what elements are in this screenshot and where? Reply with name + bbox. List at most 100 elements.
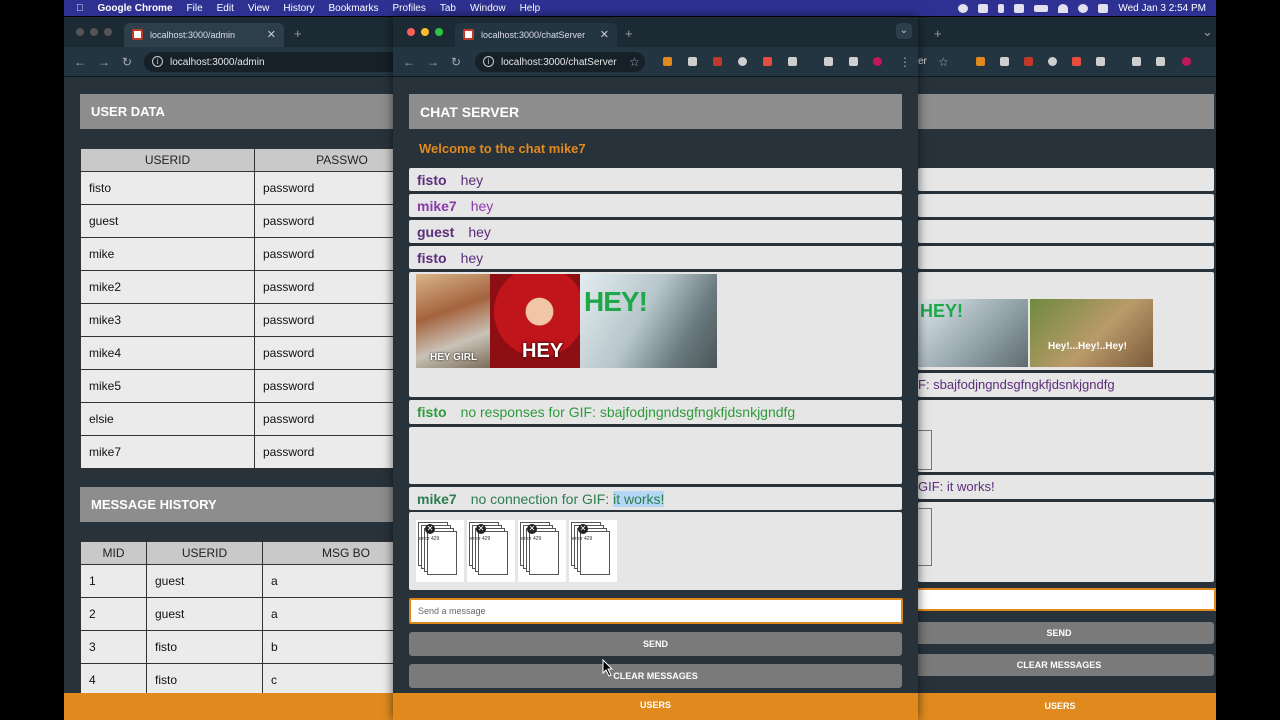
extension-icon[interactable]	[688, 57, 697, 66]
table-row: 2 guest a	[80, 597, 404, 631]
close-window-icon[interactable]	[76, 28, 84, 36]
message-input[interactable]: Send a message	[409, 598, 903, 624]
profile-avatar-icon[interactable]	[873, 57, 882, 66]
close-tab-icon[interactable]: ✕	[267, 28, 276, 41]
search-icon[interactable]	[1078, 3, 1089, 13]
back-icon[interactable]: ←	[403, 55, 415, 69]
table-row: 1 guest a	[80, 564, 404, 598]
bookmark-star-icon[interactable]: ☆	[938, 55, 949, 69]
zoom-window-icon[interactable]	[104, 28, 112, 36]
minimize-window-icon[interactable]	[421, 28, 429, 36]
menu-window[interactable]: Window	[470, 3, 506, 14]
menu-app-name[interactable]: Google Chrome	[98, 3, 173, 14]
menu-history[interactable]: History	[283, 3, 314, 14]
admin-url-field[interactable]: i localhost:3000/admin	[144, 52, 400, 72]
forward-icon[interactable]: →	[427, 55, 439, 69]
menu-profiles[interactable]: Profiles	[393, 3, 426, 14]
toggle-icon[interactable]	[1098, 3, 1109, 13]
column-header-password: PASSWO	[254, 148, 404, 172]
side-panel-icon[interactable]	[1156, 57, 1165, 66]
right-no-responses-row: F: sbajfodjngndsgfngkfjdsnkjgndfg	[918, 373, 1214, 397]
back-icon[interactable]: ←	[74, 55, 86, 69]
record-icon[interactable]	[958, 3, 969, 13]
browser-menu-icon[interactable]: ⋮	[899, 55, 911, 69]
chat-browser-window: localhost:3000/chatServer ✕ + ⌄ ← → ↻ i …	[393, 17, 918, 720]
menu-file[interactable]: File	[187, 3, 203, 14]
new-tab-icon[interactable]: +	[934, 26, 942, 41]
error-x-icon: ✕	[578, 524, 588, 534]
close-tab-icon[interactable]: ✕	[600, 28, 609, 41]
profile-avatar-icon[interactable]	[1182, 57, 1191, 66]
second-chat-window: + ⌄ er ☆ HEY! Hey!...Hey!..Hey! F: sbajf…	[904, 17, 1216, 720]
new-tab-icon[interactable]: +	[625, 26, 633, 41]
mid-cell: 1	[80, 564, 147, 598]
password-cell: password	[254, 435, 404, 469]
site-info-icon[interactable]: i	[483, 56, 494, 67]
screen-icon[interactable]	[1014, 3, 1025, 13]
bookmark-star-icon[interactable]: ☆	[629, 55, 640, 69]
right-send-button[interactable]: SEND	[904, 622, 1214, 644]
gif-image: Hey!...Hey!..Hey!	[1030, 299, 1153, 367]
forward-icon[interactable]: →	[98, 55, 110, 69]
userid-cell: mike5	[80, 369, 255, 403]
side-panel-icon[interactable]	[849, 57, 858, 66]
users-button[interactable]: USERS	[393, 693, 918, 720]
reload-icon[interactable]: ↻	[122, 55, 132, 69]
extension-circle-icon[interactable]	[1048, 57, 1057, 66]
send-button[interactable]: SEND	[409, 632, 902, 656]
mid-cell: 4	[80, 663, 147, 697]
zoom-window-icon[interactable]	[435, 28, 443, 36]
extensions-puzzle-icon[interactable]	[788, 57, 797, 66]
extension-fox-icon[interactable]	[663, 57, 672, 66]
extension-shield-icon[interactable]	[763, 57, 772, 66]
tab-admin[interactable]: localhost:3000/admin ✕	[124, 23, 284, 47]
extension-sync-icon[interactable]	[824, 57, 833, 66]
table-row: mike7 password	[80, 435, 404, 469]
error-x-icon: ✕	[425, 524, 435, 534]
password-cell: password	[254, 303, 404, 337]
menu-tab[interactable]: Tab	[440, 3, 456, 14]
chat-url-field[interactable]: i localhost:3000/chatServer	[475, 52, 645, 72]
battery-icon[interactable]	[1034, 4, 1049, 12]
menu-bookmarks[interactable]: Bookmarks	[329, 3, 379, 14]
minimize-window-icon[interactable]	[90, 28, 98, 36]
tab-search-icon[interactable]: ⌄	[1202, 24, 1213, 40]
menu-help[interactable]: Help	[520, 3, 541, 14]
right-clear-messages-button[interactable]: CLEAR MESSAGES	[904, 654, 1214, 676]
right-no-responses-text: F: sbajfodjngndsgfngkfjdsnkjgndfg	[918, 377, 1115, 392]
msg-body-cell: c	[262, 663, 404, 697]
menu-edit[interactable]: Edit	[217, 3, 234, 14]
reload-icon[interactable]: ↻	[451, 55, 461, 69]
extension-icon[interactable]	[1000, 57, 1009, 66]
right-users-button[interactable]: USERS	[904, 693, 1216, 720]
close-window-icon[interactable]	[407, 28, 415, 36]
menu-view[interactable]: View	[248, 3, 270, 14]
new-tab-icon[interactable]: +	[294, 26, 302, 41]
highlighted-text[interactable]: it works!	[613, 490, 665, 507]
right-message-row	[918, 194, 1214, 217]
wifi-icon[interactable]	[1058, 3, 1069, 13]
pen-icon[interactable]	[998, 3, 1005, 13]
tab-search-icon[interactable]: ⌄	[896, 23, 912, 39]
chat-message-gif-miss: fisto no responses for GIF: sbajfodjngnd…	[409, 400, 902, 424]
clear-messages-button[interactable]: CLEAR MESSAGES	[409, 664, 902, 688]
favicon-icon	[463, 29, 474, 40]
extension-fox-icon[interactable]	[976, 57, 985, 66]
gif-message: HEY GIRL HEY HEY!	[409, 272, 902, 397]
extension-circle-icon[interactable]	[738, 57, 747, 66]
control-center-icon[interactable]	[978, 3, 989, 13]
message-username: mike7	[417, 490, 457, 507]
extension-shield-icon[interactable]	[1072, 57, 1081, 66]
message-text: hey	[468, 223, 491, 240]
site-info-icon[interactable]: i	[152, 56, 163, 67]
extension-pen-icon[interactable]	[1024, 57, 1033, 66]
right-address-bar: er ☆	[904, 47, 1216, 77]
extension-pen-icon[interactable]	[713, 57, 722, 66]
password-cell: password	[254, 369, 404, 403]
apple-icon[interactable]: 	[76, 3, 84, 14]
extension-sync-icon[interactable]	[1132, 57, 1141, 66]
right-message-input[interactable]	[904, 588, 1216, 611]
extensions-puzzle-icon[interactable]	[1096, 57, 1105, 66]
table-row: mike2 password	[80, 270, 404, 304]
tab-chat-server[interactable]: localhost:3000/chatServer ✕	[455, 23, 617, 47]
